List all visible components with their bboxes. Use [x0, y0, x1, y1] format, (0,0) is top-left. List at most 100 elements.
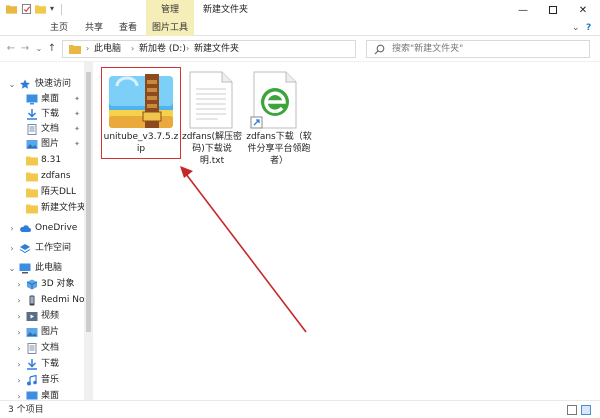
minimize-icon: — — [518, 4, 528, 16]
phone-icon — [29, 295, 35, 306]
details-view-icon[interactable] — [567, 405, 577, 415]
pin-icon[interactable]: ✦ — [73, 110, 81, 119]
folder-icon — [26, 172, 38, 182]
chevron-down-icon[interactable]: ⌄ — [7, 79, 17, 90]
chevron-right-icon[interactable]: › — [14, 375, 24, 386]
picture-icon — [26, 328, 38, 337]
sidebar-item-this-pc[interactable]: ⌄ 此电脑 — [0, 261, 84, 276]
archive-icon[interactable] — [107, 72, 175, 130]
address-bar[interactable]: › 此电脑 › 新加卷 (D:) › 新建文件夹 ⌄ ↻ — [62, 40, 413, 58]
video-icon — [26, 312, 38, 321]
close-icon: ✕ — [578, 4, 588, 16]
sidebar-item-label: 下载 — [41, 109, 60, 119]
sidebar-item-label: 视频 — [41, 311, 60, 321]
sidebar-item-music[interactable]: › 音乐 — [0, 373, 84, 388]
forward-button[interactable]: → — [19, 42, 31, 56]
sidebar-item-workspace[interactable]: › 工作空间 — [0, 241, 84, 256]
navigation-scrollbar-thumb[interactable] — [86, 72, 91, 332]
sidebar-item-documents-pc[interactable]: › 文档 — [0, 341, 84, 356]
file-name-line: 件分享平台领跑 — [247, 144, 311, 154]
tab-manage[interactable]: 管理 — [146, 0, 194, 20]
sidebar-item-label: 图片 — [41, 139, 60, 149]
sidebar-item-label: 文档 — [41, 124, 60, 134]
sidebar-item-label: 8.31 — [41, 155, 62, 165]
chevron-right-icon[interactable]: › — [14, 343, 24, 354]
up-button[interactable]: ↑ — [46, 42, 58, 56]
sidebar-item-3d-objects[interactable]: › 3D 对象 — [0, 277, 84, 292]
sidebar-item-folder-new[interactable]: 新建文件夹 — [0, 201, 86, 216]
folder-icon — [69, 45, 81, 54]
star-icon — [20, 79, 30, 89]
sidebar-item-pictures[interactable]: 图片 ✦ — [0, 137, 84, 152]
item-count: 3 个项目 — [8, 405, 44, 415]
sidebar-item-folder-dll[interactable]: 陌天DLL — [0, 185, 84, 200]
sidebar-item-label: 图片 — [41, 327, 60, 337]
chevron-right-icon[interactable]: › — [14, 311, 24, 322]
sidebar-item-onedrive[interactable]: › OneDrive — [0, 221, 84, 236]
breadcrumb-separator-icon[interactable]: › — [186, 41, 189, 57]
music-icon — [27, 375, 37, 386]
breadcrumb-separator-icon[interactable]: › — [131, 41, 134, 57]
tab-picture-tools[interactable]: 图片工具 — [146, 20, 194, 36]
new-folder-icon[interactable] — [35, 4, 46, 14]
file-name-text[interactable]: zdfans(解压密 码)下载说明.txt — [181, 131, 243, 167]
file-name-line: 码)下载说明.txt — [192, 144, 232, 166]
help-icon[interactable]: ? — [586, 20, 591, 36]
properties-icon[interactable] — [21, 4, 32, 14]
maximize-button[interactable] — [538, 0, 568, 20]
sidebar-item-label: zdfans — [41, 171, 71, 181]
chevron-down-icon[interactable]: ⌄ — [7, 263, 17, 274]
breadcrumb-separator-icon[interactable]: › — [86, 41, 89, 57]
search-icon — [374, 44, 385, 55]
tab-share[interactable]: 共享 — [80, 20, 108, 36]
file-name-archive[interactable]: unitube_v3.7.5.z ip — [102, 131, 180, 155]
sidebar-item-pictures-pc[interactable]: › 图片 — [0, 325, 84, 340]
pin-icon[interactable]: ✦ — [73, 140, 81, 149]
folder-icon — [6, 5, 17, 14]
text-file-icon[interactable] — [186, 71, 236, 129]
sidebar-item-folder-8-31[interactable]: 8.31 — [0, 153, 84, 168]
expand-ribbon-icon[interactable]: ⌄ — [572, 20, 580, 36]
sidebar-item-folder-zdfans[interactable]: zdfans — [0, 169, 84, 184]
back-button[interactable]: ← — [5, 42, 17, 56]
search-box[interactable]: 搜索"新建文件夹" — [366, 40, 590, 58]
breadcrumb-this-pc[interactable]: 此电脑 — [94, 41, 121, 57]
quick-access-dropdown-icon[interactable]: ▾ — [50, 4, 54, 13]
sidebar-item-quick-access[interactable]: ⌄ 快速访问 — [0, 77, 84, 92]
chevron-right-icon[interactable]: › — [14, 391, 24, 400]
chevron-right-icon[interactable]: › — [7, 223, 17, 234]
minimize-button[interactable]: — — [508, 0, 538, 20]
pin-icon[interactable]: ✦ — [73, 125, 81, 134]
chevron-right-icon[interactable]: › — [14, 327, 24, 338]
file-name-line: zdfans(解压密 — [181, 132, 243, 142]
chevron-right-icon[interactable]: › — [14, 279, 24, 290]
sidebar-item-desktop-pc[interactable]: › 桌面 — [0, 389, 84, 400]
sidebar-item-videos[interactable]: › 视频 — [0, 309, 84, 324]
pin-icon[interactable]: ✦ — [73, 95, 81, 104]
folder-icon — [26, 188, 38, 198]
folder-icon — [26, 204, 38, 214]
tab-view[interactable]: 查看 — [114, 20, 142, 36]
tab-home[interactable]: 主页 — [45, 20, 73, 36]
recent-locations-button[interactable]: ⌄ — [33, 42, 45, 56]
sidebar-item-desktop[interactable]: 桌面 ✦ — [0, 92, 84, 107]
document-icon — [27, 124, 37, 135]
breadcrumb-current-folder[interactable]: 新建文件夹 — [194, 41, 239, 57]
sidebar-item-downloads[interactable]: 下载 ✦ — [0, 107, 84, 122]
sidebar-item-redmi-note[interactable]: › Redmi Note — [0, 293, 94, 308]
sidebar-item-downloads-pc[interactable]: › 下载 — [0, 357, 84, 372]
breadcrumb-drive-d[interactable]: 新加卷 (D:) — [139, 41, 186, 57]
chevron-right-icon[interactable]: › — [7, 243, 17, 254]
ie-shortcut-icon[interactable] — [250, 71, 300, 129]
sidebar-item-label: 音乐 — [41, 375, 60, 385]
forward-arrow-icon: → — [20, 43, 30, 54]
sidebar-item-documents[interactable]: 文档 ✦ — [0, 122, 84, 137]
close-button[interactable]: ✕ — [568, 0, 598, 20]
document-icon — [27, 343, 37, 354]
large-icons-view-icon[interactable] — [581, 405, 591, 415]
chevron-right-icon[interactable]: › — [14, 295, 24, 306]
file-name-shortcut[interactable]: zdfans下载（软 件分享平台领跑 者） — [245, 131, 313, 167]
search-input[interactable]: 搜索"新建文件夹" — [392, 41, 463, 57]
chevron-right-icon[interactable]: › — [14, 359, 24, 370]
up-arrow-icon: ↑ — [47, 43, 57, 54]
